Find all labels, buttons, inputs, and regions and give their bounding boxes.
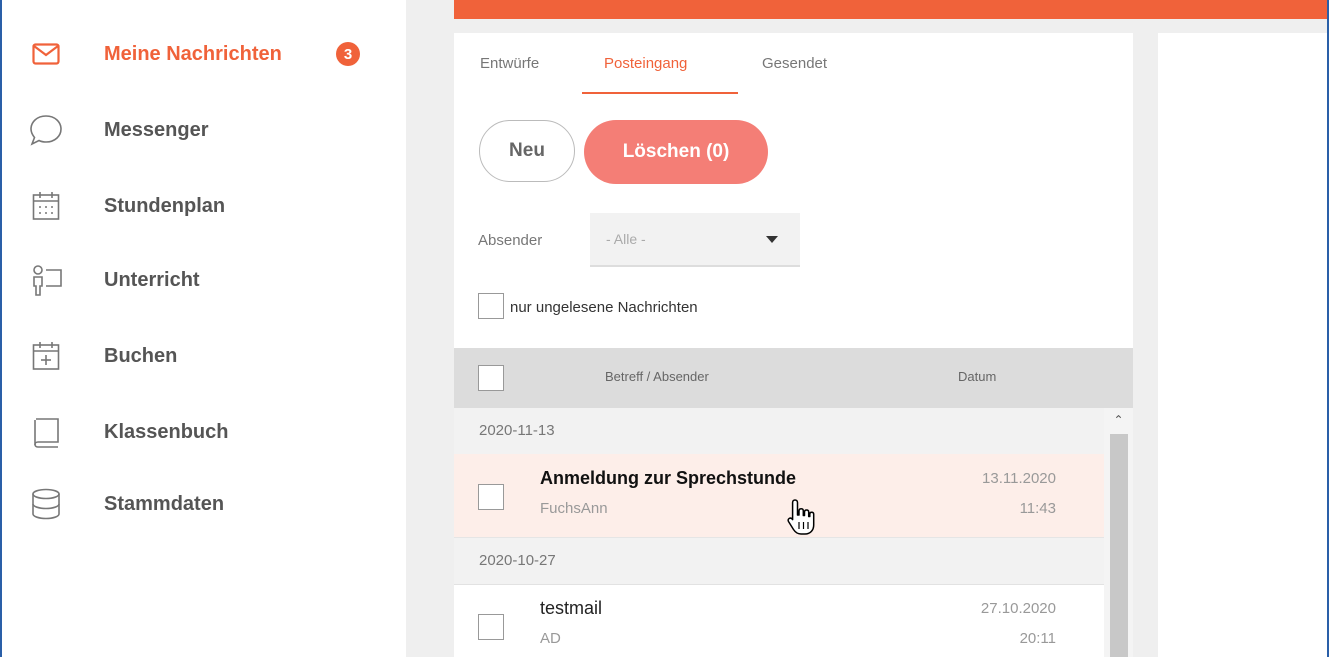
tab-entwuerfe[interactable]: Entwürfe <box>480 55 539 72</box>
message-sender: FuchsAnn <box>540 500 608 517</box>
active-tab-indicator <box>582 92 738 94</box>
table-header: Betreff / Absender Datum <box>454 348 1133 408</box>
message-row[interactable]: testmail AD 27.10.2020 20:11 <box>454 584 1104 657</box>
tab-gesendet[interactable]: Gesendet <box>762 55 827 72</box>
message-time: 20:11 <box>1019 630 1056 647</box>
teacher-board-icon <box>26 260 66 300</box>
message-sender: AD <box>540 630 561 647</box>
sidebar-item-meine-nachrichten[interactable]: Meine Nachrichten 3 <box>2 24 406 84</box>
envelope-icon <box>26 34 66 74</box>
sidebar-item-label: Stundenplan <box>104 194 226 217</box>
unread-only-checkbox[interactable] <box>478 293 504 319</box>
column-header-subject: Betreff / Absender <box>605 369 709 384</box>
speech-bubble-icon <box>26 110 66 150</box>
unread-count-badge: 3 <box>336 42 360 66</box>
sidebar-item-klassenbuch[interactable]: Klassenbuch <box>2 402 406 462</box>
sidebar-item-label: Buchen <box>104 344 178 367</box>
dropdown-arrow-icon <box>766 236 778 243</box>
sender-filter-select[interactable]: - Alle - <box>590 213 800 267</box>
detail-panel <box>1158 33 1327 657</box>
database-icon <box>26 484 66 524</box>
row-checkbox[interactable] <box>478 614 504 640</box>
message-tabs: Entwürfe Posteingang Gesendet <box>454 33 1133 94</box>
sidebar: Meine Nachrichten 3 Messenger Stundenpla… <box>2 0 406 657</box>
date-group-label: 2020-10-27 <box>479 552 556 569</box>
date-group-label: 2020-11-13 <box>479 422 555 439</box>
sidebar-item-label: Stammdaten <box>104 492 225 515</box>
scrollbar-thumb[interactable] <box>1110 434 1128 657</box>
message-subject: Anmeldung zur Sprechstunde <box>540 468 797 488</box>
message-date: 27.10.2020 <box>980 600 1056 617</box>
accent-top-bar <box>454 0 1327 19</box>
select-all-checkbox[interactable] <box>478 365 504 391</box>
message-row[interactable]: Anmeldung zur Sprechstunde FuchsAnn 13.1… <box>454 454 1104 538</box>
message-subject: testmail <box>540 598 603 618</box>
sidebar-item-stundenplan[interactable]: Stundenplan <box>2 176 406 236</box>
sidebar-item-stammdaten[interactable]: Stammdaten <box>2 474 406 534</box>
row-checkbox[interactable] <box>478 484 504 510</box>
tab-posteingang[interactable]: Posteingang <box>604 55 687 72</box>
date-group-header: 2020-11-13 <box>454 408 1104 455</box>
sender-filter-value: - Alle - <box>606 231 646 247</box>
message-time: 11:43 <box>1019 500 1056 517</box>
sidebar-item-messenger[interactable]: Messenger <box>2 100 406 160</box>
date-group-header: 2020-10-27 <box>454 538 1104 585</box>
sidebar-item-unterricht[interactable]: Unterricht <box>2 250 406 310</box>
sidebar-item-label: Meine Nachrichten <box>104 42 282 65</box>
messages-panel: Entwürfe Posteingang Gesendet Neu Lösche… <box>454 33 1133 657</box>
hand-cursor-icon <box>786 498 818 538</box>
sidebar-item-label: Klassenbuch <box>104 420 229 443</box>
sidebar-item-label: Unterricht <box>104 268 200 291</box>
sidebar-item-label: Messenger <box>104 118 209 141</box>
calendar-grid-icon <box>26 186 66 226</box>
message-date: 13.11.2020 <box>982 470 1056 487</box>
sidebar-item-buchen[interactable]: Buchen <box>2 326 406 386</box>
scroll-up-icon[interactable]: ⌃ <box>1104 408 1133 432</box>
column-header-date: Datum <box>958 369 997 384</box>
sender-filter-label: Absender <box>478 232 543 249</box>
unread-only-label: nur ungelesene Nachrichten <box>510 299 698 316</box>
list-scrollbar[interactable]: ⌃ <box>1104 408 1133 657</box>
new-message-button[interactable]: Neu <box>479 120 575 182</box>
calendar-plus-icon <box>26 336 66 376</box>
delete-button[interactable]: Löschen (0) <box>584 120 768 184</box>
book-icon <box>26 412 66 452</box>
